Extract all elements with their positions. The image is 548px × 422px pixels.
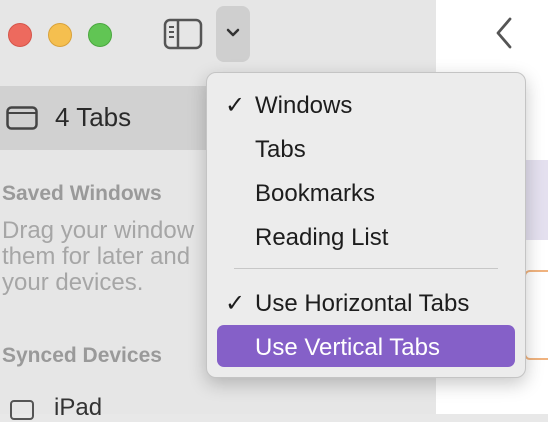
tabs-count-label: 4 Tabs: [55, 102, 132, 132]
menu-item-use-vertical-tabs[interactable]: Use Vertical Tabs: [217, 325, 515, 367]
dropdown-menu: ✓ Windows Tabs Bookmarks Reading List ✓ …: [206, 72, 526, 378]
menu-item-tabs[interactable]: Tabs: [217, 127, 515, 169]
synced-devices-heading: Synced Devices: [2, 344, 162, 367]
menu-item-label: Bookmarks: [255, 180, 376, 207]
minimize-window-button[interactable]: [48, 23, 72, 47]
checkmark-icon: ✓: [225, 92, 246, 119]
sidebar-icon: [163, 18, 203, 50]
tab-overview-menu-button[interactable]: [216, 6, 250, 62]
content-card-edge: [524, 270, 548, 360]
window-icon: [6, 106, 38, 130]
zoom-window-button[interactable]: [88, 23, 112, 47]
sidebar-toggle-button[interactable]: [163, 17, 205, 51]
menu-item-windows[interactable]: ✓ Windows: [217, 83, 515, 125]
menu-item-label: Use Horizontal Tabs: [255, 290, 470, 317]
menu-item-label: Use Vertical Tabs: [255, 334, 440, 361]
saved-windows-heading: Saved Windows: [2, 182, 162, 205]
ipad-icon: [10, 400, 34, 420]
menu-item-reading-list[interactable]: Reading List: [217, 215, 515, 257]
menu-separator: [234, 268, 498, 269]
saved-windows-description: Drag your window them for later and your…: [2, 218, 195, 296]
menu-item-label: Windows: [255, 92, 353, 119]
back-icon[interactable]: [494, 16, 514, 50]
chevron-down-icon: [226, 28, 240, 37]
menu-item-bookmarks[interactable]: Bookmarks: [217, 171, 515, 213]
menu-item-label: Reading List: [255, 224, 389, 251]
checkmark-icon: ✓: [225, 290, 246, 317]
close-window-button[interactable]: [8, 23, 32, 47]
menu-item-label: Tabs: [255, 136, 306, 163]
device-label: iPad: [54, 394, 103, 421]
menu-item-use-horizontal-tabs[interactable]: ✓ Use Horizontal Tabs: [217, 281, 515, 323]
